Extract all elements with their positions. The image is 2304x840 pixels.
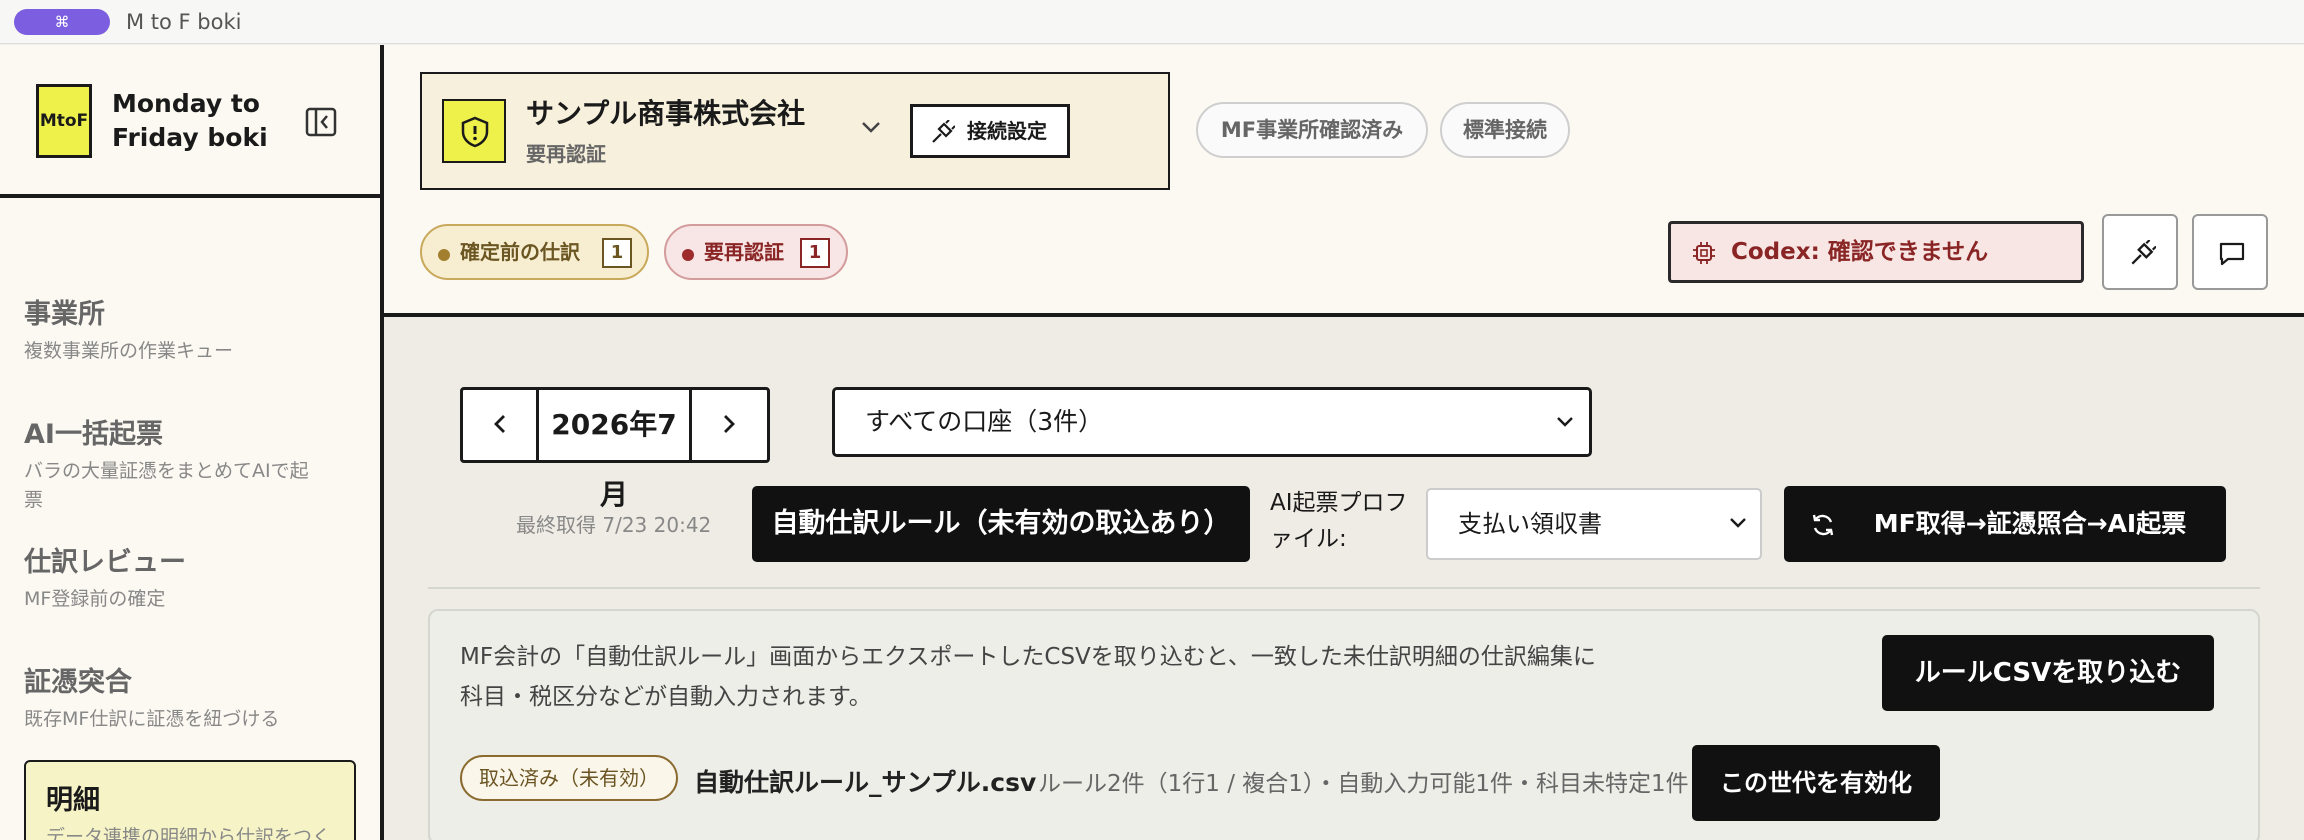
ai-profile-select[interactable]: 支払い領収書 <box>1426 488 1762 560</box>
month-navigator: 2026年7月 <box>460 387 770 511</box>
codex-status-label: Codex: 確認できません <box>1731 239 1989 265</box>
company-status: 要再認証 <box>526 142 606 166</box>
badge-label: 確定前の仕訳 <box>460 240 580 264</box>
nav-subtitle: バラの大量証憑をまとめてAIで起票 <box>24 460 309 511</box>
divider <box>428 587 2260 589</box>
chevron-down-icon <box>1730 518 1746 528</box>
company-card: サンプル商事株式会社 要再認証 接続設定 <box>420 72 1170 190</box>
status-dot <box>438 249 450 261</box>
mf-verified-tag: MF事業所確認済み <box>1196 102 1428 158</box>
brand: MtoF Monday to Friday boki <box>0 45 380 198</box>
prev-month-button[interactable] <box>463 390 539 460</box>
sidebar-item-ai-batch[interactable]: AI一括起票 バラの大量証憑をまとめてAIで起票 <box>24 412 324 515</box>
main-content: 2026年7月 すべての口座（3件） 最終取得 7/23 20:42 自動仕訳ル… <box>384 317 2304 840</box>
next-month-button[interactable] <box>689 390 767 460</box>
logo: MtoF <box>36 84 92 158</box>
sidebar-item-statements[interactable]: 明細 データ連携の明細から仕訳をつくる <box>24 760 356 840</box>
plug-icon <box>2131 240 2156 265</box>
codex-status[interactable]: Codex: 確認できません <box>1668 221 2084 283</box>
rules-info-card: MF会計の「自動仕訳ルール」画面からエクスポートしたCSVを取り込むと、一致した… <box>428 609 2260 840</box>
import-status-badge: 取込済み（未有効） <box>460 755 678 801</box>
nav-title: 仕訳レビュー <box>24 547 186 578</box>
nav-subtitle: 複数事業所の作業キュー <box>24 340 234 362</box>
title-bar: ⌘ M to F boki <box>0 0 2304 44</box>
run-button-label: MF取得→証憑照合→AI起票 <box>1873 509 2187 538</box>
activate-generation-button[interactable]: この世代を有効化 <box>1692 745 1940 821</box>
current-month: 2026年7月 <box>551 408 677 511</box>
rules-description: MF会計の「自動仕訳ルール」画面からエクスポートしたCSVを取り込むと、一致した… <box>460 644 1596 710</box>
connection-plug-button[interactable] <box>2102 214 2178 290</box>
header: サンプル商事株式会社 要再認証 接続設定 MF事業所確認済み 標準接続 確定前の… <box>384 45 2304 317</box>
auto-rule-button[interactable]: 自動仕訳ルール（未有効の取込あり） <box>752 486 1250 562</box>
fetch-match-draft-button[interactable]: MF取得→証憑照合→AI起票 <box>1784 486 2226 562</box>
nav-subtitle: データ連携の明細から仕訳をつくる <box>46 826 332 840</box>
sidebar: MtoF Monday to Friday boki 事業所 複数事業所の作業キ… <box>0 45 384 840</box>
badge-count: 1 <box>800 238 830 268</box>
nav-title: AI一括起票 <box>24 419 163 450</box>
account-filter-value: すべての口座（3件） <box>865 407 1104 436</box>
ai-profile-value: 支払い領収書 <box>1458 510 1602 538</box>
status-dot <box>682 249 694 261</box>
pending-journal-badge[interactable]: 確定前の仕訳 1 <box>420 224 649 280</box>
chevron-left-icon <box>494 415 505 433</box>
chevron-right-icon <box>724 415 735 433</box>
last-fetch-time: 最終取得 7/23 20:42 <box>516 513 712 537</box>
collapse-sidebar-icon[interactable] <box>304 105 338 139</box>
import-rule-csv-button[interactable]: ルールCSVを取り込む <box>1882 635 2214 711</box>
chevron-down-icon <box>1557 417 1573 427</box>
connection-settings-label: 接続設定 <box>967 119 1047 143</box>
company-name: サンプル商事株式会社 <box>526 97 806 130</box>
connection-settings-button[interactable]: 接続設定 <box>910 104 1070 158</box>
reauth-badge[interactable]: 要再認証 1 <box>664 224 848 280</box>
sidebar-item-journal-review[interactable]: 仕訳レビュー MF登録前の確定 <box>24 540 356 614</box>
chat-icon <box>2219 242 2245 266</box>
standard-connection-tag: 標準接続 <box>1440 102 1570 158</box>
chip-icon <box>1693 242 1715 264</box>
nav-title: 事業所 <box>24 299 105 330</box>
brand-name: Monday to Friday boki <box>112 89 268 152</box>
sidebar-item-voucher-match[interactable]: 証憑突合 既存MF仕訳に証憑を紐づける <box>24 660 356 734</box>
company-switch-chevron-icon[interactable] <box>860 116 882 142</box>
command-icon[interactable]: ⌘ <box>14 9 110 35</box>
nav-title: 証憑突合 <box>24 667 132 698</box>
refresh-icon <box>1812 514 1834 536</box>
sidebar-item-offices[interactable]: 事業所 複数事業所の作業キュー <box>24 292 356 366</box>
rule-file-name: 自動仕訳ルール_サンプル.csv <box>694 768 1037 797</box>
badge-label: 要再認証 <box>704 240 784 264</box>
ai-profile-label: AI起票プロファイル: <box>1270 485 1410 557</box>
account-filter-select[interactable]: すべての口座（3件） <box>832 387 1592 457</box>
shield-icon <box>442 99 506 163</box>
badge-count: 1 <box>602 238 632 268</box>
ai-profile-label-text: AI起票プロファイル: <box>1270 490 1408 552</box>
chat-button[interactable] <box>2192 214 2268 290</box>
app-title: M to F boki <box>126 10 242 34</box>
nav-subtitle: 既存MF仕訳に証憑を紐づける <box>24 708 280 730</box>
rule-summary: ルール2件（1行1 / 複合1）・自動入力可能1件・科目未特定1件 <box>1038 771 1689 797</box>
plug-icon <box>932 120 955 143</box>
nav-title: 明細 <box>46 785 100 816</box>
nav-subtitle: MF登録前の確定 <box>24 588 166 610</box>
